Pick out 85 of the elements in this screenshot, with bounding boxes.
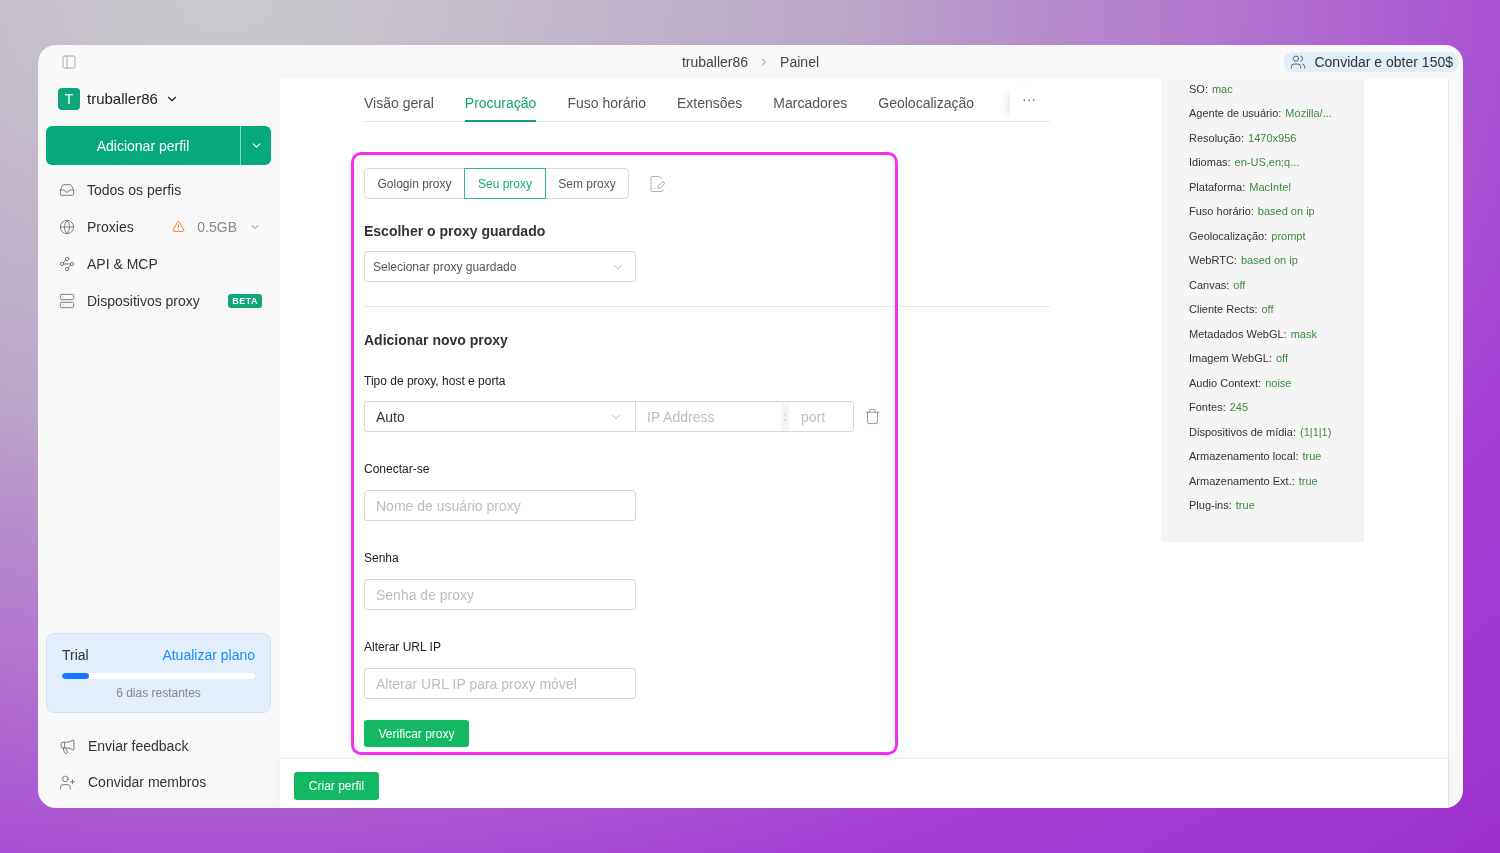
globe-icon <box>59 218 75 235</box>
fingerprint-label: Fuso horário: <box>1189 204 1254 219</box>
user-plus-icon <box>59 773 76 791</box>
tab[interactable]: Geolocalização <box>878 95 974 122</box>
tab[interactable]: Fuso horário <box>567 95 646 122</box>
saved-proxy-select[interactable]: Selecionar proxy guardado <box>364 251 636 282</box>
fingerprint-label: Armazenamento local: <box>1189 449 1299 464</box>
proxy-type-select[interactable]: Auto <box>364 401 636 432</box>
add-profile-menu-button[interactable] <box>240 126 271 165</box>
sidebar-item[interactable]: Convidar membros <box>46 764 271 800</box>
fingerprint-value: (1|1|1) <box>1300 424 1332 439</box>
workspace-avatar: T <box>58 87 80 110</box>
fingerprint-label: Cliente Rects: <box>1189 302 1258 317</box>
fingerprint-label: WebRTC: <box>1189 253 1237 268</box>
fingerprint-label: Armazenamento Ext.: <box>1189 473 1295 488</box>
fingerprint-value: true <box>1302 449 1322 464</box>
field-label: Conectar-se <box>364 462 431 477</box>
port-separator: : <box>781 401 789 432</box>
more-tabs-button[interactable]: ··· <box>1010 88 1050 121</box>
fingerprint-label: Agente de usuário: <box>1189 106 1282 121</box>
port-field[interactable]: port <box>789 401 854 432</box>
fingerprint-label: Audio Context: <box>1189 375 1262 390</box>
workspace-switcher[interactable]: T truballer86 <box>46 87 179 110</box>
traffic-usage: 0.5GB <box>197 218 237 235</box>
fingerprint-value: 1470x956 <box>1248 130 1297 145</box>
fingerprint-value: based on ip <box>1240 253 1298 268</box>
nav-item[interactable]: Dispositivos proxy BETA <box>46 282 271 319</box>
fingerprint-value: off <box>1261 302 1274 317</box>
fingerprint-value: off <box>1275 351 1288 366</box>
fingerprint-label: Idiomas: <box>1189 155 1231 170</box>
fingerprint-value: 245 <box>1229 400 1249 415</box>
plan-name: Trial <box>62 647 89 663</box>
sidebar-item[interactable]: Enviar feedback <box>46 728 271 764</box>
beta-badge: BETA <box>228 293 262 308</box>
tab[interactable]: Marcadores <box>773 95 848 122</box>
fingerprint-label: Plug-ins: <box>1189 497 1232 512</box>
tab[interactable]: Extensões <box>677 95 743 122</box>
fingerprint-value: mac <box>1211 82 1233 96</box>
fingerprint-value: noise <box>1265 375 1292 390</box>
fingerprint-value: based on ip <box>1257 204 1315 219</box>
fingerprint-value: MacIntel <box>1249 179 1291 194</box>
fingerprint-label: Geolocalização: <box>1189 228 1268 243</box>
host-field[interactable]: IP Address <box>636 401 781 432</box>
fingerprint-value: off <box>1233 277 1246 292</box>
note-edit-icon[interactable] <box>648 174 666 193</box>
invite-button[interactable]: Convidar e obter 150$ <box>1284 52 1458 72</box>
fingerprint-value: prompt <box>1271 228 1306 243</box>
nodes-icon <box>59 255 75 272</box>
nav-item[interactable]: API & MCP <box>46 245 271 282</box>
fingerprint-label: Canvas: <box>1189 277 1230 292</box>
tray-icon <box>59 181 75 198</box>
days-remaining: 6 dias restantes <box>115 686 202 700</box>
fingerprint-value: en-US,en;q... <box>1234 155 1300 170</box>
fingerprint-value: true <box>1298 473 1318 488</box>
field-label: Senha <box>364 551 400 566</box>
field-label: Alterar URL IP <box>364 640 442 655</box>
fingerprint-label: SO: <box>1189 82 1208 96</box>
section-heading: Adicionar novo proxy <box>364 332 509 349</box>
workspace-name: truballer86 <box>87 90 158 107</box>
section-heading: Escolher o proxy guardado <box>364 223 547 240</box>
input-field[interactable]: Senha de proxy <box>364 579 636 610</box>
users-icon <box>1290 54 1307 70</box>
fingerprint-label: Imagem WebGL: <box>1189 351 1272 366</box>
fingerprint-value: true <box>1235 497 1255 512</box>
server-icon <box>59 292 75 309</box>
tab[interactable]: Visão geral <box>364 95 434 122</box>
proxy-mode-tab[interactable]: Sem proxy <box>545 168 629 199</box>
fingerprint-value: Mozilla/... <box>1285 106 1332 121</box>
trash-icon[interactable] <box>864 408 881 425</box>
fingerprint-label: Fontes: <box>1189 400 1226 415</box>
nav-item[interactable]: Todos os perfis <box>46 171 271 208</box>
fingerprint-label: Resolução: <box>1189 130 1245 145</box>
fingerprint-label: Metadados WebGL: <box>1189 326 1287 341</box>
sidebar-toggle-icon[interactable] <box>61 54 77 70</box>
field-label: Tipo de proxy, host e porta <box>364 374 507 389</box>
megaphone-icon <box>59 737 76 755</box>
fingerprint-label: Dispositivos de mídia: <box>1189 424 1296 439</box>
input-field[interactable]: Nome de usuário proxy <box>364 490 636 521</box>
proxy-mode-tab[interactable]: Gologin proxy <box>364 168 465 199</box>
nav-item[interactable]: Proxies 0.5GB <box>46 208 271 245</box>
breadcrumb-item: Painel <box>780 54 820 70</box>
input-field[interactable]: Alterar URL IP para proxy móvel <box>364 668 636 699</box>
breadcrumb-item[interactable]: truballer86 <box>681 54 749 70</box>
fingerprint-value: mask <box>1290 326 1317 341</box>
fingerprint-label: Plataforma: <box>1189 179 1246 194</box>
